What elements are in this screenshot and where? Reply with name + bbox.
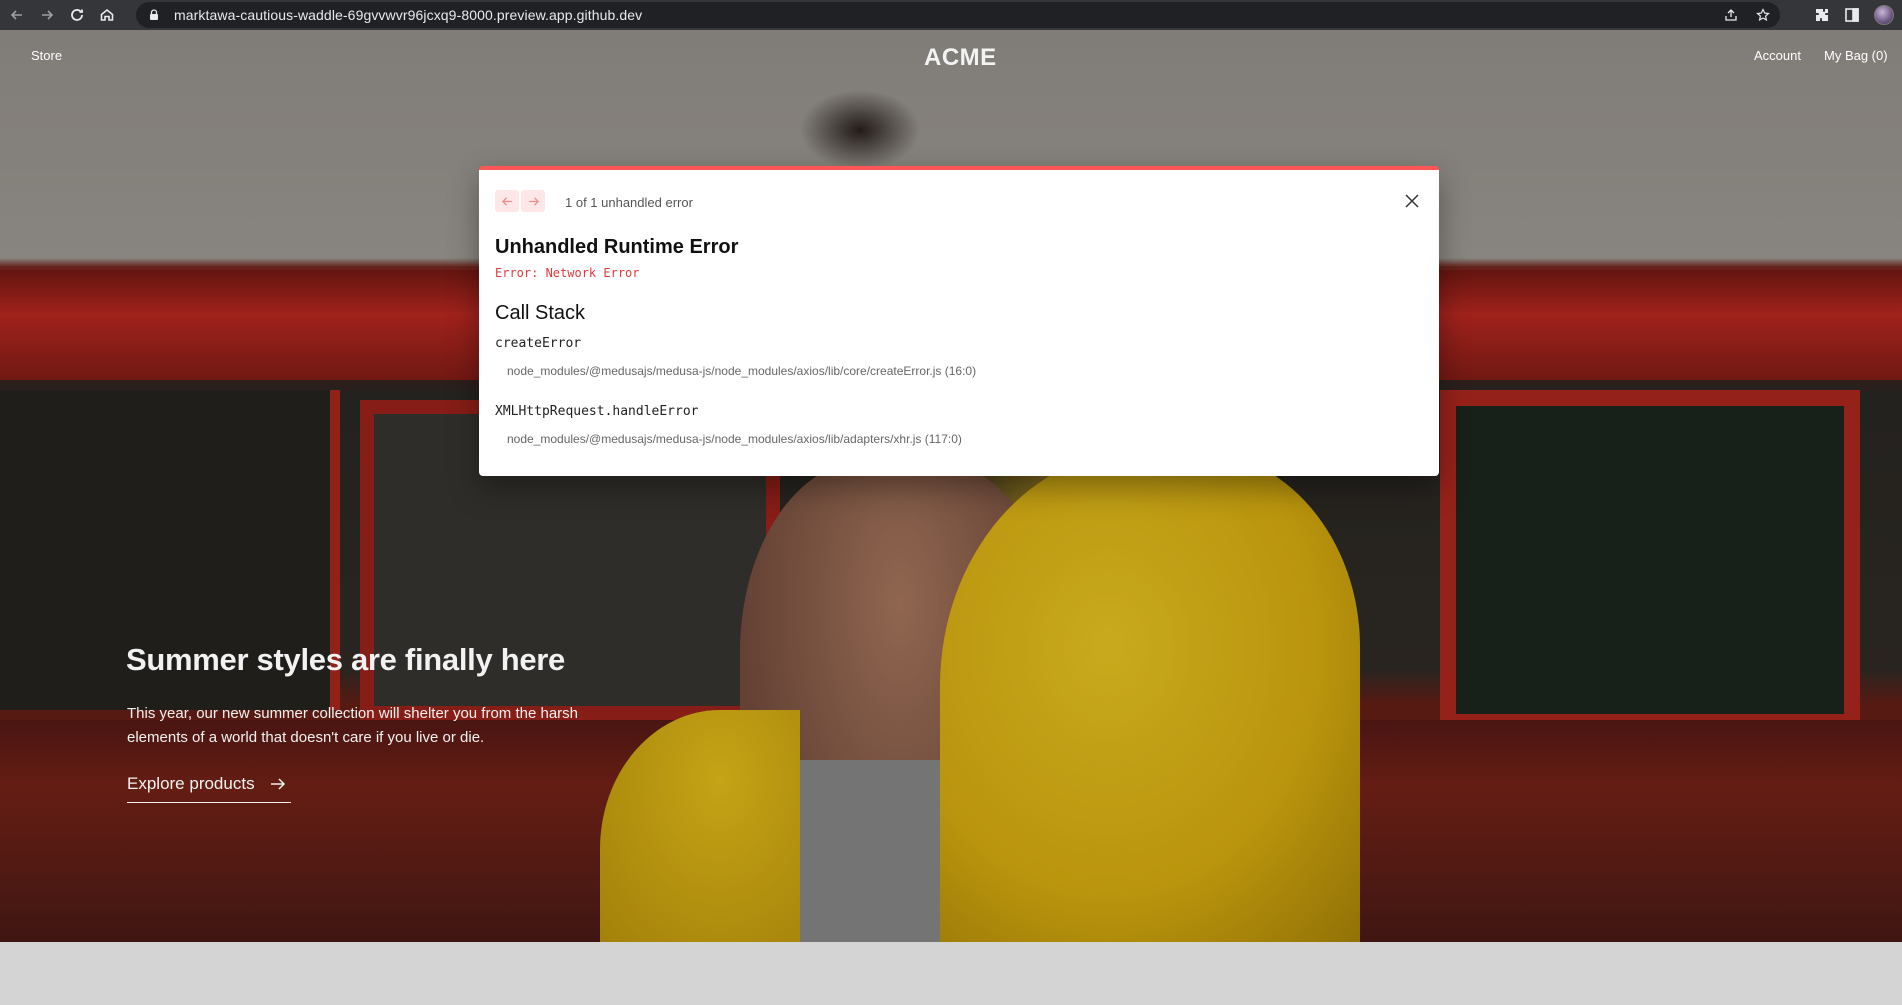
url-text[interactable]: marktawa-cautious-waddle-69gvvwvr96jcxq9… bbox=[174, 7, 642, 23]
explore-products-label: Explore products bbox=[127, 774, 255, 793]
storefront-page: Store ACME Account My Bag (0) Summer sty… bbox=[0, 30, 1902, 942]
error-pagination bbox=[495, 190, 545, 212]
error-count: 1 of 1 unhandled error bbox=[565, 195, 693, 210]
nav-bag-link[interactable]: My Bag (0) bbox=[1824, 48, 1888, 63]
sidepanel-icon[interactable] bbox=[1844, 7, 1860, 23]
back-icon[interactable] bbox=[4, 2, 30, 28]
nav-account-link[interactable]: Account bbox=[1754, 48, 1801, 63]
hero-title: Summer styles are finally here bbox=[126, 642, 566, 677]
extensions-icon[interactable] bbox=[1814, 7, 1830, 23]
profile-avatar[interactable] bbox=[1874, 5, 1894, 25]
forward-icon[interactable] bbox=[34, 2, 60, 28]
previous-error-button[interactable] bbox=[495, 190, 519, 212]
error-title: Unhandled Runtime Error bbox=[495, 236, 739, 258]
explore-products-link[interactable]: Explore products bbox=[127, 774, 291, 803]
error-overlay-dialog: 1 of 1 unhandled error Unhandled Runtime… bbox=[479, 166, 1439, 476]
share-icon[interactable] bbox=[1724, 8, 1738, 22]
stack-frame-name[interactable]: createError bbox=[495, 336, 581, 351]
stack-frame-file[interactable]: node_modules/@medusajs/medusa-js/node_mo… bbox=[507, 364, 976, 378]
stack-frame-file[interactable]: node_modules/@medusajs/medusa-js/node_mo… bbox=[507, 432, 962, 446]
home-icon[interactable] bbox=[94, 2, 120, 28]
nav-store-link[interactable]: Store bbox=[31, 48, 62, 63]
next-error-button[interactable] bbox=[521, 190, 545, 212]
arrow-right-icon bbox=[528, 196, 539, 206]
arrow-left-icon bbox=[501, 196, 512, 206]
call-stack-heading: Call Stack bbox=[495, 302, 586, 324]
star-icon[interactable] bbox=[1756, 8, 1770, 22]
hero-description: This year, our new summer collection wil… bbox=[127, 705, 579, 746]
browser-toolbar: marktawa-cautious-waddle-69gvvwvr96jcxq9… bbox=[0, 0, 1902, 30]
lock-icon[interactable] bbox=[148, 9, 160, 21]
arrow-right-icon bbox=[270, 778, 285, 790]
page-bottom-area bbox=[0, 942, 1902, 1005]
close-icon[interactable] bbox=[1401, 190, 1423, 212]
reload-icon[interactable] bbox=[64, 2, 90, 28]
stack-frame-name[interactable]: XMLHttpRequest.handleError bbox=[495, 404, 699, 419]
site-logo[interactable]: ACME bbox=[924, 44, 997, 72]
address-bar[interactable]: marktawa-cautious-waddle-69gvvwvr96jcxq9… bbox=[136, 2, 1780, 28]
error-message: Error: Network Error bbox=[495, 266, 640, 280]
